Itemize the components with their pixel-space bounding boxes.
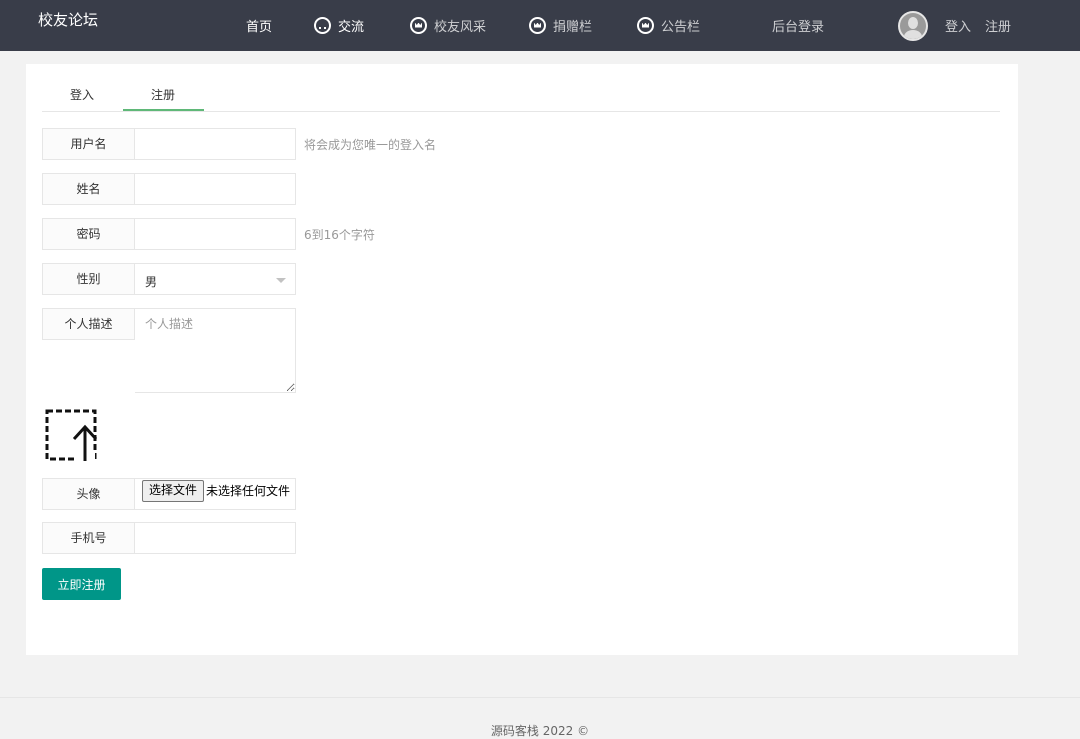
- tab-register[interactable]: 注册: [151, 86, 175, 103]
- nav-alumni-style-label: 校友风采: [434, 19, 487, 35]
- username-label: 用户名: [42, 128, 135, 160]
- footer-text: 源码客栈 2022 ©: [490, 724, 590, 738]
- crown-icon: [637, 16, 654, 34]
- register-submit-button[interactable]: 立即注册: [42, 568, 121, 600]
- description-textarea[interactable]: [135, 308, 296, 393]
- nav-exchange[interactable]: 交流: [314, 16, 365, 35]
- choose-file-button[interactable]: 选择文件: [142, 480, 205, 502]
- avatar-file-input[interactable]: 选择文件 未选择任何文件: [135, 478, 296, 510]
- active-tab-indicator: [123, 109, 204, 111]
- nav-notice-label: 公告栏: [661, 19, 701, 35]
- nav-notice[interactable]: 公告栏: [637, 16, 701, 35]
- avatar-label: 头像: [42, 478, 135, 510]
- chevron-down-icon: [276, 278, 286, 283]
- username-hint: 将会成为您唯一的登入名: [304, 138, 437, 152]
- tab-login[interactable]: 登入: [70, 86, 94, 103]
- chat-bubble-icon: [314, 16, 331, 34]
- auth-tabs: 登入 注册: [42, 80, 1000, 112]
- nav-home-label: 首页: [246, 19, 273, 35]
- gender-select[interactable]: 男: [135, 263, 296, 295]
- header-login-link[interactable]: 登入: [945, 17, 972, 35]
- header-register-link[interactable]: 注册: [985, 17, 1012, 35]
- phone-label: 手机号: [42, 522, 135, 554]
- avatar-icon[interactable]: [898, 11, 928, 41]
- password-label: 密码: [42, 218, 135, 250]
- nav-alumni-style[interactable]: 校友风采: [410, 16, 487, 35]
- top-nav-bar: 校友论坛 首页 交流 校友风采 捐赠栏 公告栏 后台登录 登入 注册: [0, 0, 1080, 51]
- nav-admin-login[interactable]: 后台登录: [772, 17, 825, 35]
- page-footer: 源码客栈 2022 ©: [0, 697, 1080, 738]
- nav-admin-login-label: 后台登录: [772, 19, 825, 35]
- phone-input[interactable]: [135, 522, 296, 554]
- gender-selected-value: 男: [145, 275, 158, 289]
- site-logo[interactable]: 校友论坛: [38, 9, 98, 30]
- crown-icon: [410, 16, 427, 34]
- nav-donation[interactable]: 捐赠栏: [529, 16, 593, 35]
- register-card: 登入 注册 用户名 将会成为您唯一的登入名 姓名 密码 6到16个字符 性别 男…: [26, 64, 1018, 655]
- username-input[interactable]: [135, 128, 296, 160]
- nav-home[interactable]: 首页: [246, 17, 273, 35]
- header-register-label: 注册: [985, 19, 1012, 35]
- gender-label: 性别: [42, 263, 135, 295]
- upload-icon[interactable]: [45, 409, 97, 461]
- description-label: 个人描述: [42, 308, 135, 340]
- nav-exchange-label: 交流: [338, 19, 365, 35]
- password-input[interactable]: [135, 218, 296, 250]
- nav-donation-label: 捐赠栏: [553, 19, 593, 35]
- name-label: 姓名: [42, 173, 135, 205]
- file-status-text: 未选择任何文件: [206, 484, 291, 498]
- name-input[interactable]: [135, 173, 296, 205]
- header-login-label: 登入: [945, 19, 972, 35]
- crown-icon: [529, 16, 546, 34]
- password-hint: 6到16个字符: [304, 228, 375, 242]
